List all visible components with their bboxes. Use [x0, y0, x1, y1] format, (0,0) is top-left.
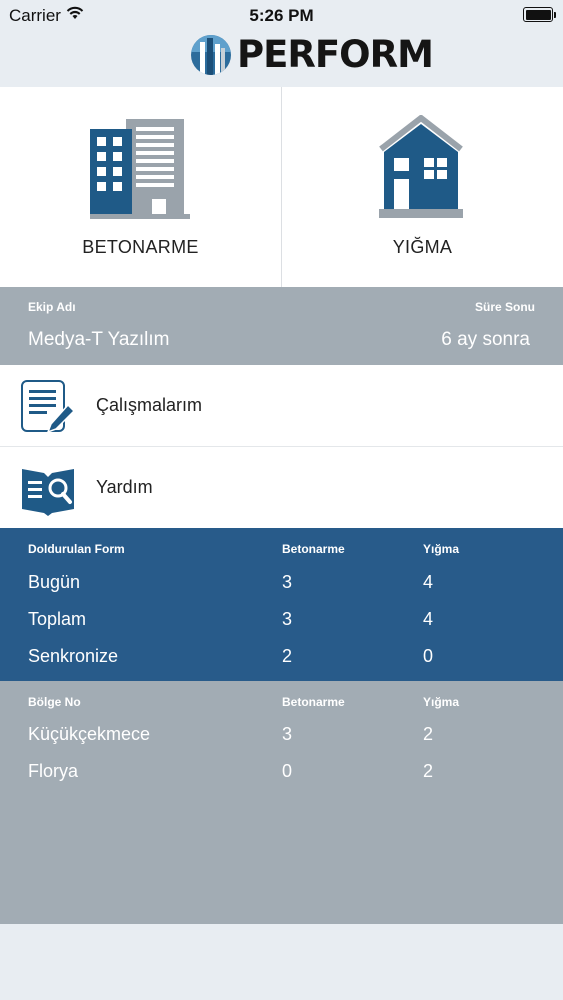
navigation-bar: PERFORM	[0, 30, 563, 87]
region-row-betonarme: 0	[282, 761, 293, 781]
yigma-label: YIĞMA	[392, 237, 453, 257]
forms-row-betonarme: 2	[282, 646, 293, 666]
region-row-yigma: 2	[423, 724, 434, 744]
team-name-header: Ekip Adı	[28, 300, 76, 314]
menu-item-yardim[interactable]: Yardım	[0, 447, 563, 528]
forms-row-label: Senkronize	[28, 646, 119, 666]
expiry-header: Süre Sonu	[474, 300, 535, 314]
regions-header-betonarme: Betonarme	[282, 695, 345, 709]
category-tiles: BETONARME YIĞMA	[0, 87, 563, 287]
battery-icon	[523, 7, 556, 22]
help-search-icon	[22, 469, 74, 516]
filled-forms-table: Doldurulan Form Betonarme Yığma Bugün 3 …	[0, 528, 563, 681]
region-row-yigma: 2	[423, 761, 434, 781]
region-row-name: Florya	[28, 761, 79, 781]
regions-header-region: Bölge No	[28, 695, 81, 709]
team-name-value: Medya-T Yazılım	[28, 329, 170, 350]
menu-label-calismalarim: Çalışmalarım	[96, 395, 203, 415]
clock: 5:26 PM	[249, 6, 314, 25]
document-edit-icon	[21, 380, 76, 434]
forms-row-label: Toplam	[28, 609, 87, 629]
forms-row-betonarme: 3	[282, 572, 293, 592]
forms-row-yigma: 4	[423, 572, 434, 592]
team-info-panel: Ekip Adı Süre Sonu Medya-T Yazılım 6 ay …	[0, 287, 563, 365]
menu-label-yardim: Yardım	[96, 477, 153, 497]
bottom-spacer	[0, 924, 563, 1000]
forms-header-yigma: Yığma	[423, 542, 460, 556]
expiry-value: 6 ay sonra	[441, 329, 530, 350]
forms-row-yigma: 0	[423, 646, 434, 666]
betonarme-tile[interactable]: BETONARME	[0, 87, 281, 287]
regions-table: Bölge No Betonarme Yığma Küçükçekmece 3 …	[0, 681, 563, 924]
forms-header-betonarme: Betonarme	[282, 542, 345, 556]
forms-header-form: Doldurulan Form	[28, 542, 125, 556]
app-logo-text: PERFORM	[237, 33, 434, 76]
menu-item-calismalarim[interactable]: Çalışmalarım	[0, 365, 563, 446]
forms-row-yigma: 4	[423, 609, 434, 629]
forms-row-betonarme: 3	[282, 609, 293, 629]
yigma-tile[interactable]: YIĞMA	[282, 87, 563, 287]
region-row-betonarme: 3	[282, 724, 293, 744]
regions-header-yigma: Yığma	[423, 695, 460, 709]
region-row-name: Küçükçekmece	[28, 724, 151, 744]
house-icon	[379, 115, 463, 218]
apartment-buildings-icon	[90, 119, 190, 219]
building-logo-icon	[191, 35, 231, 75]
betonarme-label: BETONARME	[82, 237, 199, 257]
forms-row-label: Bugün	[28, 572, 81, 592]
status-bar: Carrier 5:26 PM	[0, 0, 563, 30]
